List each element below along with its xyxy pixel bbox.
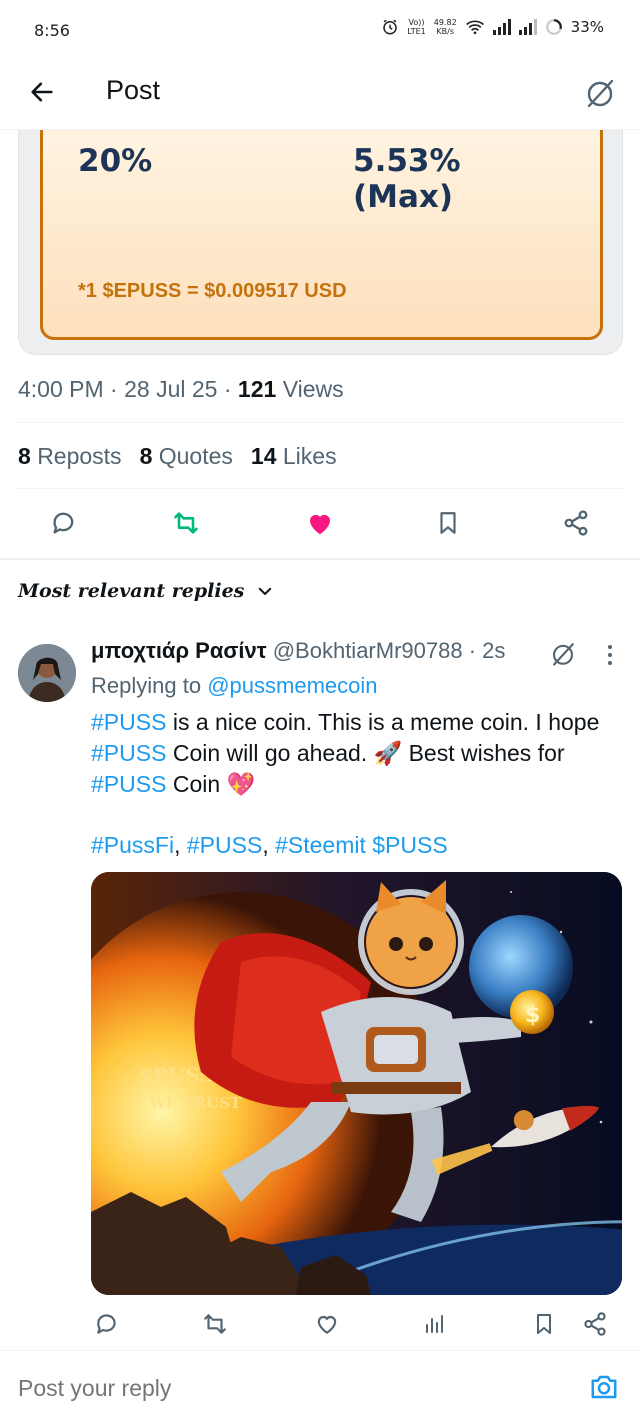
space-cat-illustration: $PUSS WE TRUST $: [91, 872, 622, 1295]
post-media-card[interactable]: 20% 5.53% (Max) *1 $EPUSS = $0.009517 US…: [18, 130, 623, 355]
divider: [18, 422, 622, 423]
section-divider: [0, 558, 640, 560]
analytics-icon: [426, 1315, 443, 1333]
repost-icon: [204, 1314, 226, 1334]
post-action-bar: [0, 495, 640, 553]
views-label: Views: [282, 376, 344, 402]
replying-to-link[interactable]: @pussmemecoin: [207, 673, 377, 698]
reply-icon: [53, 512, 74, 534]
hashtag-link[interactable]: #PussFi: [91, 832, 174, 858]
hashtag-link[interactable]: #PUSS: [91, 740, 166, 766]
reply-icon: [97, 1314, 116, 1334]
likes-stat[interactable]: 14 Likes: [251, 443, 337, 470]
signal-bars-1: [492, 19, 511, 35]
reply-action-bar: [91, 1306, 621, 1342]
reply-more-button[interactable]: [600, 640, 620, 670]
like-icon: [317, 1316, 337, 1334]
reply-text: #PUSS is a nice coin. This is a meme coi…: [91, 709, 600, 797]
hashtag-link[interactable]: #PUSS: [91, 771, 166, 797]
staking-rate-panel: 20% 5.53% (Max) *1 $EPUSS = $0.009517 US…: [40, 130, 603, 340]
repost-icon: [174, 512, 198, 534]
repost-button[interactable]: [166, 503, 206, 543]
reply-input[interactable]: [18, 1375, 538, 1402]
post-meta: 4:00 PM · 28 Jul 25 · 121 Views: [18, 376, 344, 402]
hashtag-link[interactable]: #Steemit: [275, 832, 366, 858]
rate-left-value: 20%: [78, 143, 153, 179]
bookmark-button[interactable]: [428, 503, 468, 543]
reply-reply-button[interactable]: [91, 1308, 123, 1340]
avatar-image: [18, 644, 76, 702]
reply-grok-button[interactable]: [548, 639, 578, 669]
back-arrow-icon: [31, 82, 53, 102]
camera-icon: [591, 1375, 617, 1399]
back-button[interactable]: [24, 74, 60, 110]
replies-sort-dropdown[interactable]: Most relevant replies: [18, 580, 274, 602]
views-count: 121: [237, 376, 277, 402]
network-speed: 49.82 KB/s: [433, 18, 457, 36]
reply-author-handle[interactable]: @BokhtiarMr90788: [273, 638, 463, 663]
divider: [18, 488, 622, 489]
svg-text:$: $: [525, 1003, 540, 1028]
volte-indicator: Vo)) LTE1: [407, 18, 426, 36]
camera-button[interactable]: [588, 1371, 620, 1403]
reply-hashtags: #PussFi, #PUSS, #Steemit $PUSS: [91, 832, 448, 858]
reply-like-button[interactable]: [311, 1308, 343, 1340]
rate-right-value: 5.53% (Max): [353, 143, 461, 215]
post-date: 28 Jul 25: [124, 376, 218, 402]
top-app-bar: Post: [0, 60, 640, 130]
reply-composer: [0, 1350, 640, 1422]
share-icon: [564, 510, 588, 536]
reply-bookmark-button[interactable]: [528, 1308, 560, 1340]
alarm-icon: [383, 19, 398, 35]
engagement-stats: 8 Reposts 8 Quotes 14 Likes: [18, 443, 337, 470]
like-icon: [310, 514, 330, 535]
share-icon: [584, 1312, 606, 1336]
battery-percent: 33%: [570, 18, 604, 36]
reply-share-button[interactable]: [579, 1308, 611, 1340]
more-icon: [608, 645, 612, 665]
like-button[interactable]: [300, 503, 340, 543]
chevron-down-icon: [259, 587, 272, 595]
reply-media-image[interactable]: $PUSS WE TRUST $: [91, 872, 622, 1295]
grok-icon: [553, 643, 574, 666]
token-price-line: *1 $EPUSS = $0.009517 USD: [78, 280, 347, 302]
reposts-stat[interactable]: 8 Reposts: [18, 443, 122, 470]
cashtag-link[interactable]: $PUSS: [372, 832, 447, 858]
quotes-stat[interactable]: 8 Quotes: [140, 443, 233, 470]
share-button[interactable]: [556, 503, 596, 543]
hashtag-link[interactable]: #PUSS: [187, 832, 262, 858]
status-bar: 8:56 Vo)) LTE1 49.82 KB/s 33%: [0, 0, 640, 60]
grok-icon: [587, 79, 614, 108]
page-title: Post: [106, 75, 161, 105]
reply-author-name[interactable]: μποχτιάρ Ρασίντ: [91, 638, 267, 663]
reply-button[interactable]: [44, 503, 84, 543]
reply-analytics-button[interactable]: [419, 1308, 451, 1340]
reply-header: μποχτιάρ Ρασίντ @BokhtiarMr90788 · 2s: [91, 638, 505, 664]
status-icons: Vo)) LTE1 49.82 KB/s 33%: [381, 18, 604, 36]
bookmark-icon: [537, 1314, 551, 1334]
post-time: 4:00 PM: [18, 376, 104, 402]
signal-bars-2: [518, 19, 537, 35]
reply-repost-button[interactable]: [199, 1308, 231, 1340]
replying-to: Replying to @pussmemecoin: [91, 673, 378, 698]
status-time: 8:56: [34, 20, 70, 40]
replies-sort-label: Most relevant replies: [18, 580, 245, 602]
grok-button[interactable]: [580, 73, 620, 113]
hashtag-link[interactable]: #PUSS: [91, 709, 166, 735]
bookmark-icon: [440, 512, 456, 534]
battery-icon: [545, 19, 562, 35]
avatar[interactable]: [18, 644, 76, 702]
image-text-trust: WE TRUST: [148, 1094, 242, 1112]
wifi-icon: [465, 20, 484, 35]
reply-timestamp: · 2s: [468, 638, 506, 663]
